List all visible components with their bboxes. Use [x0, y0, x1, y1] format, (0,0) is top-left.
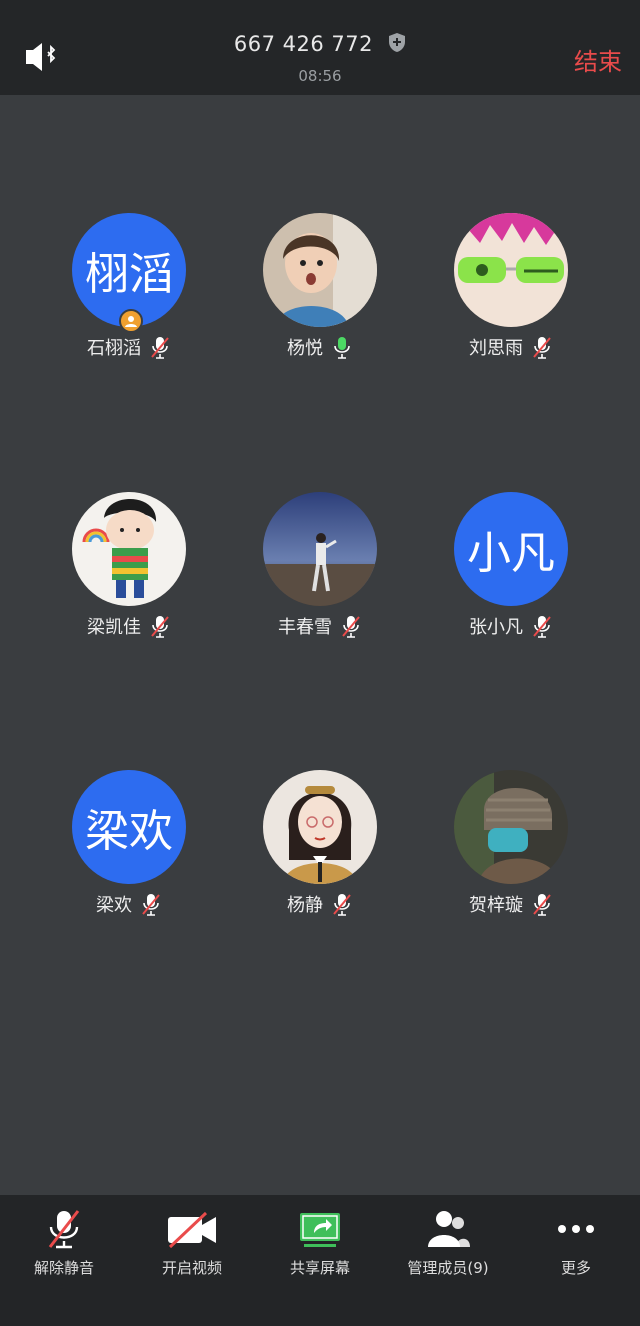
participant-name: 丰春雪 — [278, 617, 332, 638]
avatar: 梁欢 — [72, 770, 186, 884]
meeting-timer: 08:56 — [298, 67, 342, 85]
participant-name: 石栩滔 — [87, 338, 141, 359]
avatar-initials: 小凡 — [467, 528, 555, 579]
mic-active-icon — [334, 337, 350, 359]
participant-tile[interactable]: 贺梓璇 — [416, 770, 606, 916]
avatar-photo — [72, 492, 186, 606]
participant-grid: 栩滔 石栩滔 杨悦 刘思雨 梁凯佳 丰春雪 小凡 张小凡 梁欢 梁欢 杨静 贺梓… — [0, 95, 640, 1195]
participant-tile[interactable]: 刘思雨 — [416, 213, 606, 359]
participant-tile[interactable]: 小凡 张小凡 — [416, 492, 606, 638]
participant-tile[interactable]: 栩滔 石栩滔 — [34, 213, 224, 359]
more-label: 更多 — [560, 1259, 591, 1277]
participant-tile[interactable]: 梁欢 梁欢 — [34, 770, 224, 916]
avatar-initials: 栩滔 — [85, 249, 173, 300]
mic-muted-icon — [533, 337, 551, 359]
more-dots-icon — [558, 1225, 594, 1233]
bottom-toolbar: 解除静音 开启视频 共享屏幕 管理成员(9) 更多 — [0, 1195, 640, 1326]
participant-tile[interactable]: 杨静 — [225, 770, 415, 916]
mic-muted-icon — [342, 616, 360, 638]
unmute-label: 解除静音 — [33, 1259, 94, 1277]
mic-muted-icon — [142, 894, 160, 916]
avatar-photo — [263, 770, 377, 884]
share-screen-icon — [300, 1213, 340, 1247]
participant-tile[interactable]: 杨悦 — [225, 213, 415, 359]
participant-name: 杨悦 — [287, 338, 323, 359]
avatar-initials: 梁欢 — [85, 806, 173, 857]
participant-name: 梁凯佳 — [87, 617, 141, 638]
mic-muted-icon — [533, 894, 551, 916]
mic-muted-icon — [48, 1210, 80, 1249]
manage-members-label: 管理成员(9) — [407, 1259, 489, 1277]
participant-tile[interactable]: 丰春雪 — [225, 492, 415, 638]
meeting-id[interactable]: 667 426 772 — [0, 32, 640, 56]
shield-icon — [389, 33, 406, 52]
avatar-photo — [454, 213, 568, 327]
avatar-photo — [263, 492, 377, 606]
meeting-id-text: 667 426 772 — [233, 32, 373, 56]
participant-name: 梁欢 — [96, 895, 132, 916]
mic-muted-icon — [333, 894, 351, 916]
unmute-button[interactable]: 解除静音 — [0, 1195, 128, 1326]
host-badge-icon — [119, 309, 143, 333]
mic-muted-icon — [151, 616, 169, 638]
video-off-icon — [168, 1211, 216, 1249]
participant-tile[interactable]: 梁凯佳 — [34, 492, 224, 638]
start-video-label: 开启视频 — [161, 1259, 222, 1277]
participant-name: 贺梓璇 — [469, 895, 523, 916]
mic-muted-icon — [533, 616, 551, 638]
participant-name: 张小凡 — [469, 617, 523, 638]
share-screen-button[interactable]: 共享屏幕 — [256, 1195, 384, 1326]
participant-name: 杨静 — [287, 895, 323, 916]
start-video-button[interactable]: 开启视频 — [128, 1195, 256, 1326]
share-screen-label: 共享屏幕 — [289, 1259, 350, 1277]
mic-muted-icon — [151, 337, 169, 359]
avatar-photo — [454, 770, 568, 884]
manage-members-button[interactable]: 管理成员(9) — [384, 1195, 512, 1326]
more-button[interactable]: 更多 — [512, 1195, 640, 1326]
avatar: 小凡 — [454, 492, 568, 606]
avatar-photo — [263, 213, 377, 327]
members-icon — [428, 1211, 470, 1247]
participant-name: 刘思雨 — [469, 338, 523, 359]
end-meeting-button[interactable]: 结束 — [574, 42, 622, 77]
top-bar: 667 426 772 08:56 结束 — [0, 0, 640, 95]
